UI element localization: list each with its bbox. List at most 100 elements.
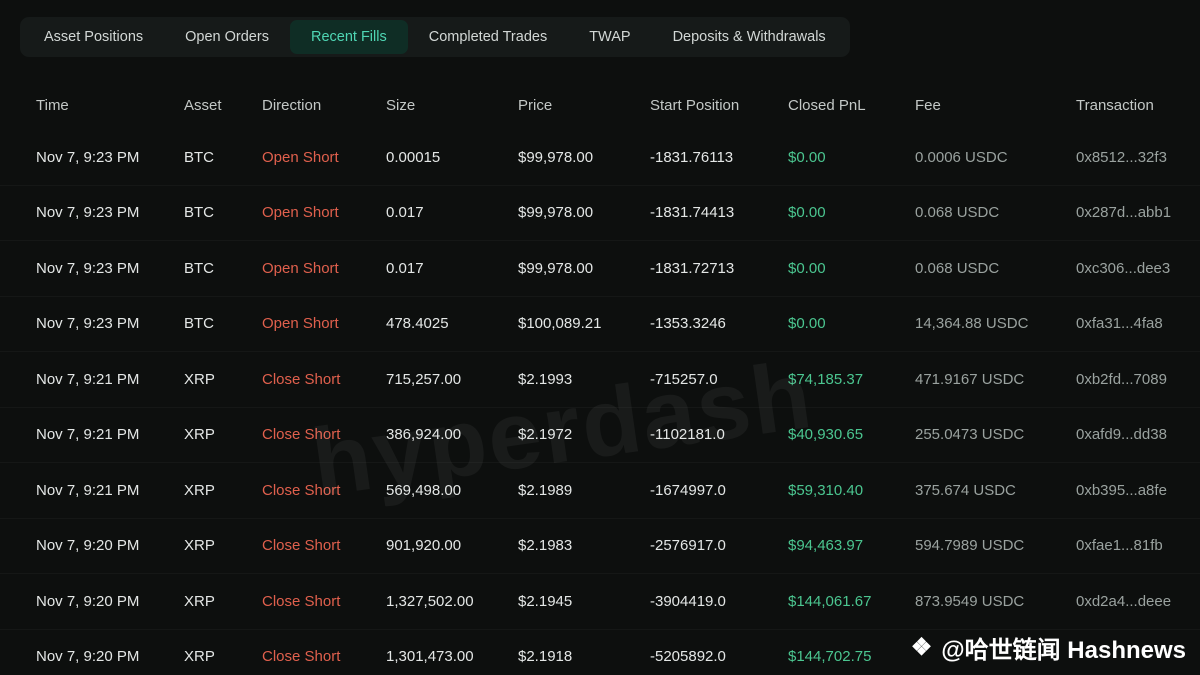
cell-size: 901,920.00 bbox=[386, 537, 462, 555]
cell-closed-pnl: $0.00 bbox=[788, 315, 826, 333]
cell-size: 1,301,473.00 bbox=[386, 648, 474, 666]
cell-fee: 375.674 USDC bbox=[915, 481, 1016, 499]
cell-start-position: -1831.76113 bbox=[650, 148, 734, 166]
cell-closed-pnl: $144,702.75 bbox=[788, 648, 872, 666]
tab-recent-fills[interactable]: Recent Fills bbox=[289, 20, 408, 54]
cell-transaction[interactable]: 0xafd9...dd38 bbox=[1076, 426, 1200, 443]
cell-closed-pnl: $0.00 bbox=[788, 204, 826, 222]
cell-start-position: -1831.74413 bbox=[650, 204, 735, 222]
cell-transaction[interactable]: 0xb2fd...7089 bbox=[1076, 371, 1200, 388]
table-row: Nov 7, 9:23 PM BTC Open Short 0.00015 $99,97… bbox=[0, 130, 1200, 185]
cell-price: $2.1972 bbox=[518, 426, 573, 444]
table-row: Nov 7, 9:20 PM XRP Close Short 901,920.00 $2… bbox=[0, 518, 1200, 574]
cell-time: Nov 7, 9:23 PM bbox=[36, 259, 140, 277]
cell-price: $2.1983 bbox=[518, 537, 573, 555]
cell-time: Nov 7, 9:21 PM bbox=[36, 481, 140, 499]
cell-fee: 14,364.88 USDC bbox=[915, 315, 1029, 333]
cell-time: Nov 7, 9:21 PM bbox=[36, 370, 140, 388]
cell-size: 1,327,502.00 bbox=[386, 592, 474, 610]
hashnews-logo-icon: ❖ bbox=[910, 633, 933, 661]
cell-direction: Close Short bbox=[262, 370, 341, 388]
column-header-asset: Asset bbox=[184, 96, 222, 114]
cell-price: $99,978.00 bbox=[518, 148, 594, 166]
cell-transaction[interactable]: 0xd2a4...deee bbox=[1076, 593, 1200, 610]
cell-asset: BTC bbox=[184, 315, 214, 333]
cell-start-position: -1831.72713 bbox=[650, 259, 735, 277]
cell-asset: XRP bbox=[184, 426, 215, 444]
cell-time: Nov 7, 9:20 PM bbox=[36, 592, 140, 610]
cell-transaction[interactable]: 0xfa31...4fa8 bbox=[1076, 315, 1200, 332]
cell-size: 0.017 bbox=[386, 204, 424, 222]
column-header-closed-pnl: Closed PnL bbox=[788, 96, 866, 114]
tab-deposits-withdrawals[interactable]: Deposits & Withdrawals bbox=[652, 20, 847, 54]
cell-direction: Open Short bbox=[262, 148, 339, 166]
table-row: Nov 7, 9:21 PM XRP Close Short 715,257.00 $2… bbox=[0, 351, 1200, 407]
cell-start-position: -1674997.0 bbox=[650, 481, 726, 499]
cell-closed-pnl: $40,930.65 bbox=[788, 426, 864, 444]
cell-fee: 0.068 USDC bbox=[915, 204, 1000, 222]
cell-closed-pnl: $74,185.37 bbox=[788, 370, 864, 388]
cell-start-position: -3904419.0 bbox=[650, 592, 726, 610]
cell-size: 0.00015 bbox=[386, 148, 441, 166]
cell-size: 386,924.00 bbox=[386, 426, 462, 444]
tab-asset-positions[interactable]: Asset Positions bbox=[23, 20, 164, 54]
cell-size: 569,498.00 bbox=[386, 481, 462, 499]
cell-asset: XRP bbox=[184, 537, 215, 555]
cell-start-position: -1353.3246 bbox=[650, 315, 726, 333]
cell-start-position: -715257.0 bbox=[650, 370, 718, 388]
cell-asset: BTC bbox=[184, 204, 214, 222]
cell-start-position: -1102181.0 bbox=[650, 426, 725, 444]
cell-start-position: -5205892.0 bbox=[650, 648, 726, 666]
table-row: Nov 7, 9:20 PM XRP Close Short 1,327,502.00… bbox=[0, 573, 1200, 629]
cell-time: Nov 7, 9:23 PM bbox=[36, 315, 140, 333]
cell-price: $2.1945 bbox=[518, 592, 573, 610]
column-header-direction: Direction bbox=[262, 96, 322, 114]
cell-asset: BTC bbox=[184, 259, 214, 277]
recent-fills-table: Time Asset Direction Size Price Start Positio… bbox=[0, 80, 1200, 675]
cell-size: 0.017 bbox=[386, 259, 424, 277]
cell-price: $2.1918 bbox=[518, 648, 573, 666]
tab-open-orders[interactable]: Open Orders bbox=[164, 20, 290, 54]
hashnews-credit-text: @哈世链闻 Hashnews bbox=[941, 637, 1186, 664]
cell-price: $2.1989 bbox=[518, 481, 573, 499]
cell-asset: XRP bbox=[184, 648, 215, 666]
cell-closed-pnl: $94,463.97 bbox=[788, 537, 864, 555]
column-header-size: Size bbox=[386, 96, 416, 114]
cell-closed-pnl: $144,061.67 bbox=[788, 592, 872, 610]
cell-fee: 471.9167 USDC bbox=[915, 370, 1025, 388]
cell-transaction[interactable]: 0x8512...32f3 bbox=[1076, 149, 1200, 166]
cell-transaction[interactable]: 0xfae1...81fb bbox=[1076, 537, 1200, 554]
tab-completed-trades[interactable]: Completed Trades bbox=[408, 20, 568, 54]
cell-fee: 0.0006 USDC bbox=[915, 148, 1008, 166]
cell-asset: XRP bbox=[184, 592, 215, 610]
cell-time: Nov 7, 9:20 PM bbox=[36, 648, 140, 666]
cell-fee: 255.0473 USDC bbox=[915, 426, 1025, 444]
cell-fee: 873.9549 USDC bbox=[915, 592, 1025, 610]
cell-direction: Open Short bbox=[262, 259, 339, 277]
column-header-fee: Fee bbox=[915, 96, 941, 114]
cell-transaction[interactable]: 0xc306...dee3 bbox=[1076, 260, 1200, 277]
cell-fee: 594.7989 USDC bbox=[915, 537, 1025, 555]
table-row: Nov 7, 9:23 PM BTC Open Short 478.4025 $100,… bbox=[0, 296, 1200, 352]
tab-twap[interactable]: TWAP bbox=[568, 20, 651, 54]
cell-start-position: -2576917.0 bbox=[650, 537, 726, 555]
cell-size: 715,257.00 bbox=[386, 370, 462, 388]
cell-time: Nov 7, 9:23 PM bbox=[36, 148, 140, 166]
cell-price: $99,978.00 bbox=[518, 259, 594, 277]
cell-transaction[interactable]: 0xb395...a8fe bbox=[1076, 482, 1200, 499]
cell-direction: Close Short bbox=[262, 648, 341, 666]
cell-asset: XRP bbox=[184, 481, 215, 499]
cell-direction: Close Short bbox=[262, 426, 341, 444]
cell-price: $99,978.00 bbox=[518, 204, 594, 222]
cell-closed-pnl: $59,310.40 bbox=[788, 481, 864, 499]
cell-time: Nov 7, 9:20 PM bbox=[36, 537, 140, 555]
cell-time: Nov 7, 9:23 PM bbox=[36, 204, 140, 222]
table-row: Nov 7, 9:23 PM BTC Open Short 0.017 $99,978.… bbox=[0, 185, 1200, 241]
cell-direction: Open Short bbox=[262, 315, 339, 333]
cell-closed-pnl: $0.00 bbox=[788, 148, 826, 166]
table-row: Nov 7, 9:23 PM BTC Open Short 0.017 $99,978.… bbox=[0, 240, 1200, 296]
cell-direction: Close Short bbox=[262, 537, 341, 555]
table-body: Nov 7, 9:23 PM BTC Open Short 0.00015 $99,97… bbox=[0, 130, 1200, 675]
cell-transaction[interactable]: 0x287d...abb1 bbox=[1076, 204, 1200, 221]
column-header-transaction: Transaction bbox=[1076, 96, 1154, 114]
